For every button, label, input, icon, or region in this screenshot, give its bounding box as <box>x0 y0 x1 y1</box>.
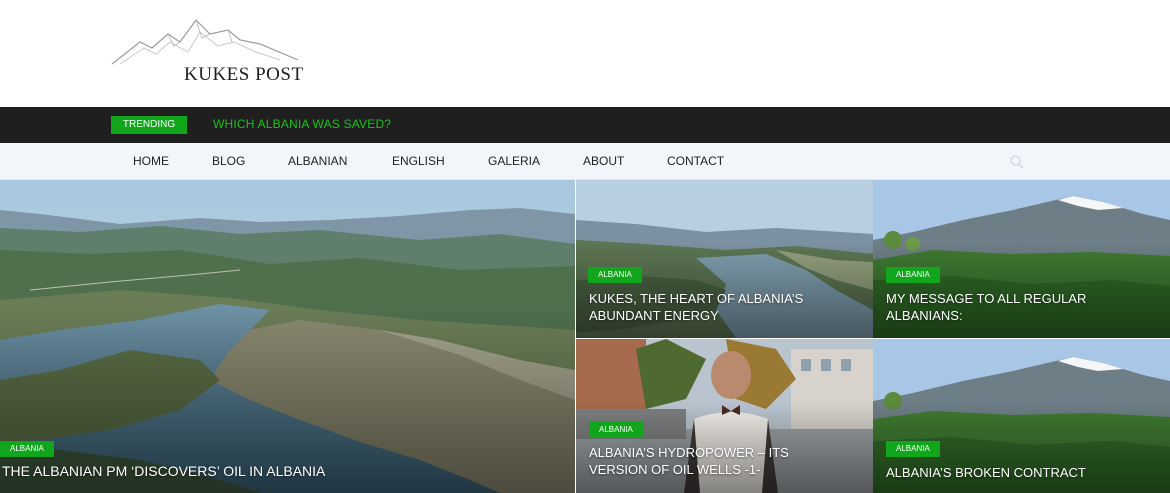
nav-item-about[interactable]: ABOUT <box>583 154 624 168</box>
trending-bar: TRENDING WHICH ALBANIA WAS SAVED? <box>0 107 1170 143</box>
site-logo[interactable]: KUKES POST <box>110 12 310 92</box>
trending-badge: TRENDING <box>111 116 187 134</box>
post-title[interactable]: ALBANIA’S HYDROPOWER – ITS VERSION OF OI… <box>589 444 849 478</box>
nav-item-english[interactable]: ENGLISH <box>392 154 445 168</box>
category-badge[interactable]: ALBANIA <box>588 267 642 283</box>
post-title[interactable]: MY MESSAGE TO ALL REGULAR ALBANIANS: <box>886 290 1156 324</box>
post-card-broken-contract[interactable]: ALBANIA ALBANIA’S BROKEN CONTRACT <box>873 339 1170 493</box>
main-nav: HOME BLOG ALBANIAN ENGLISH GALERIA ABOUT… <box>0 143 1170 180</box>
post-card-hydropower[interactable]: ALBANIA ALBANIA’S HYDROPOWER – ITS VERSI… <box>576 339 873 493</box>
category-badge[interactable]: ALBANIA <box>886 267 940 283</box>
nav-item-galeria[interactable]: GALERIA <box>488 154 540 168</box>
post-card-message-albanians[interactable]: ALBANIA MY MESSAGE TO ALL REGULAR ALBANI… <box>873 180 1170 338</box>
post-title[interactable]: THE ALBANIAN PM ‘DISCOVERS’ OIL IN ALBAN… <box>2 463 562 480</box>
nav-item-albanian[interactable]: ALBANIAN <box>288 154 347 168</box>
featured-post-card[interactable]: ALBANIA THE ALBANIAN PM ‘DISCOVERS’ OIL … <box>0 180 575 493</box>
nav-item-contact[interactable]: CONTACT <box>667 154 724 168</box>
mountain-logo-icon <box>111 19 299 65</box>
post-title[interactable]: KUKES, THE HEART OF ALBANIA’S ABUNDANT E… <box>589 290 859 324</box>
nav-item-blog[interactable]: BLOG <box>212 154 245 168</box>
category-badge[interactable]: ALBANIA <box>886 441 940 457</box>
nav-item-home[interactable]: HOME <box>133 154 169 168</box>
category-badge[interactable]: ALBANIA <box>589 422 643 438</box>
post-card-kukes-energy[interactable]: ALBANIA KUKES, THE HEART OF ALBANIA’S AB… <box>576 180 873 338</box>
search-icon[interactable] <box>1009 154 1025 170</box>
category-badge[interactable]: ALBANIA <box>0 441 54 457</box>
site-header: KUKES POST <box>0 0 1170 107</box>
post-title[interactable]: ALBANIA’S BROKEN CONTRACT <box>886 464 1156 481</box>
trending-headline-link[interactable]: WHICH ALBANIA WAS SAVED? <box>213 117 391 131</box>
logo-text: KUKES POST <box>184 64 304 85</box>
